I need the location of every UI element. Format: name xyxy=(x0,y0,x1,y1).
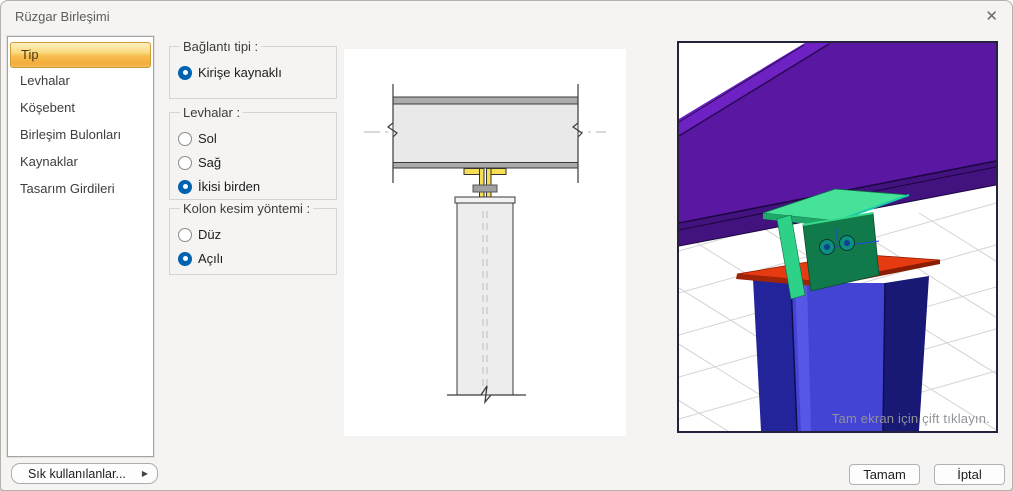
sidebar-item-levhalar[interactable]: Levhalar xyxy=(8,68,153,95)
radio-kirise-kaynakli[interactable]: Kirişe kaynaklı xyxy=(178,65,328,80)
group-title: Kolon kesim yöntemi : xyxy=(183,201,311,216)
radio-sag[interactable]: Sağ xyxy=(178,155,328,170)
sidebar-item-kosebent[interactable]: Köşebent xyxy=(8,95,153,122)
radio-icon[interactable] xyxy=(178,227,192,242)
radio-label: Kirişe kaynaklı xyxy=(198,65,282,80)
radio-label: Düz xyxy=(198,227,222,242)
2d-drawing-svg xyxy=(364,84,606,405)
dialog-title: Rüzgar Birleşimi xyxy=(15,8,110,24)
sidebar-item-tasarim-girdileri[interactable]: Tasarım Girdileri xyxy=(8,176,153,203)
radio-label: Sol xyxy=(198,131,217,146)
sidebar-nav: Tip Levhalar Köşebent Birleşim Bulonları… xyxy=(7,36,154,457)
cancel-button[interactable]: İptal xyxy=(934,464,1005,485)
radio-label: Sağ xyxy=(198,155,222,170)
radio-ikisi-birden[interactable]: İkisi birden xyxy=(178,179,328,194)
radio-icon[interactable] xyxy=(178,65,192,80)
radio-icon[interactable] xyxy=(178,251,192,266)
sidebar-item-birlesim-bulonlari[interactable]: Birleşim Bulonları xyxy=(8,122,153,149)
sidebar-item-tip[interactable]: Tip xyxy=(10,42,151,68)
favorites-label: Sık kullanılanlar... xyxy=(27,466,126,481)
group-levhalar: Levhalar : Sol Sağ İkisi birden xyxy=(169,105,337,200)
close-icon[interactable]: ✕ xyxy=(985,9,998,24)
sidebar-item-kaynaklar[interactable]: Kaynaklar xyxy=(8,149,153,176)
group-kolon-kesim: Kolon kesim yöntemi : Düz Açılı xyxy=(169,201,337,275)
chevron-right-icon: ▶ xyxy=(141,469,148,478)
radio-acili[interactable]: Açılı xyxy=(178,251,328,266)
favorites-button[interactable]: Sık kullanılanlar... ▶ xyxy=(11,463,158,484)
radio-icon[interactable] xyxy=(178,131,192,146)
group-title: Levhalar : xyxy=(183,105,241,120)
radio-duz[interactable]: Düz xyxy=(178,227,328,242)
radio-label: İkisi birden xyxy=(198,179,261,194)
radio-label: Açılı xyxy=(198,251,224,266)
group-title: Bağlantı tipi : xyxy=(183,39,259,54)
wind-connection-dialog: Rüzgar Birleşimi ✕ Tip Levhalar Köşebent… xyxy=(0,0,1013,491)
title-bar: Rüzgar Birleşimi ✕ xyxy=(1,1,1012,31)
connection-2d-diagram xyxy=(344,49,626,436)
3d-render-svg xyxy=(679,43,996,431)
preview-3d-viewport[interactable]: Tam ekran için çift tıklayın. xyxy=(677,41,998,433)
radio-icon[interactable] xyxy=(178,179,192,194)
fullscreen-hint-text: Tam ekran için çift tıklayın. xyxy=(831,411,990,426)
radio-icon[interactable] xyxy=(178,155,192,170)
radio-sol[interactable]: Sol xyxy=(178,131,328,146)
group-baglanti-tipi: Bağlantı tipi : Kirişe kaynaklı xyxy=(169,39,337,99)
ok-button[interactable]: Tamam xyxy=(849,464,920,485)
